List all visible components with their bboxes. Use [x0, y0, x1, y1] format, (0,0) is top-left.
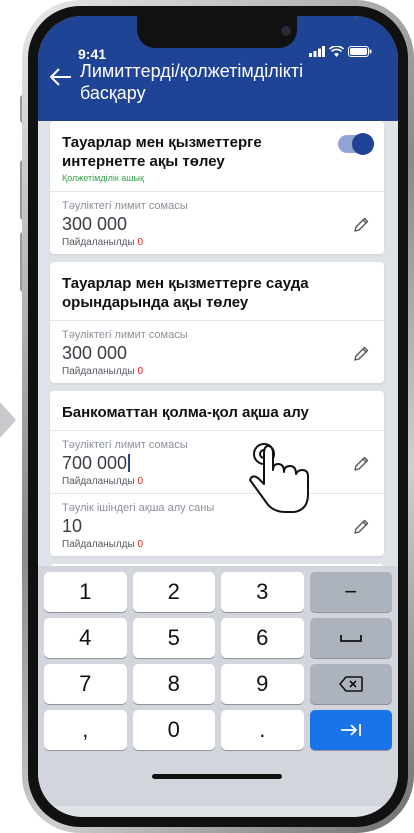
key-7[interactable]: 7 [44, 664, 127, 704]
used-label: Пайдаланылды [62, 237, 135, 248]
used-label: Пайдаланылды [62, 366, 135, 377]
card-title: Тауарлар мен қызметтерге сауда орындарын… [62, 275, 309, 311]
field-label: Тәуліктегі лимит сомасы [62, 439, 188, 451]
access-toggle[interactable] [338, 133, 374, 155]
key-comma[interactable]: , [44, 710, 127, 750]
signal-icon [309, 46, 325, 57]
key-3[interactable]: 3 [221, 572, 304, 612]
used-amount: Пайдаланылды 0 [62, 237, 372, 248]
key-9[interactable]: 9 [221, 664, 304, 704]
used-amount: Пайдаланылды 0 [62, 539, 372, 550]
limit-card-atm: Банкоматтан қолма-қол ақша алу Тәуліктег… [50, 391, 384, 556]
key-8[interactable]: 8 [132, 664, 215, 704]
phone-frame: 9:41 Лимиттерді/қолжетімділікті басқару … [22, 0, 414, 833]
pencil-icon[interactable] [352, 216, 370, 234]
key-space[interactable] [309, 618, 392, 658]
used-value: 0 [137, 237, 144, 248]
backspace-icon [338, 676, 363, 692]
used-label: Пайдаланылды [62, 539, 135, 550]
side-arrow-icon [0, 402, 16, 438]
card-title: Тауарлар мен қызметтерге интернетте ақы … [62, 134, 262, 170]
field-label: Тәуліктегі лимит сомасы [62, 200, 188, 212]
key-5[interactable]: 5 [132, 618, 215, 658]
app-header: 9:41 Лимиттерді/қолжетімділікті басқару [38, 16, 398, 121]
keyboard-row: 7 8 9 [44, 664, 392, 704]
field-value: 300 000 [62, 214, 128, 234]
used-label: Пайдаланылды [62, 476, 135, 487]
field-label: Тәуліктегі лимит сомасы [62, 329, 188, 341]
limit-field-active[interactable]: Тәуліктегі лимит сомасы 700 000 Пайдалан… [50, 431, 384, 494]
key-dot[interactable]: . [221, 710, 304, 750]
limit-field[interactable]: Тәуліктегі лимит сомасы 300 000 Пайдалан… [50, 321, 384, 383]
pencil-icon[interactable] [352, 455, 370, 473]
used-value: 0 [137, 476, 144, 487]
numeric-keyboard: 1 2 3 − 4 5 6 7 8 9 , 0 . [38, 566, 398, 806]
limit-card-pos: Тауарлар мен қызметтерге сауда орындарын… [50, 262, 384, 383]
limits-list: Тауарлар мен қызметтерге интернетте ақы … [50, 121, 384, 592]
wifi-icon [329, 46, 344, 57]
phone-bezel: 9:41 Лимиттерді/қолжетімділікті басқару … [28, 6, 408, 827]
key-next[interactable] [309, 710, 392, 750]
key-1[interactable]: 1 [44, 572, 127, 612]
access-status: Қолжетімділік ашық [62, 173, 144, 183]
field-value: 700 000 [62, 453, 128, 473]
keyboard-row: 4 5 6 [44, 618, 392, 658]
space-icon [339, 635, 362, 642]
tab-icon [340, 724, 361, 736]
limit-field[interactable]: Тәулік ішіндегі ақша алу саны 10 Пайдала… [50, 494, 384, 556]
keyboard-row: , 0 . [44, 710, 392, 750]
keyboard-row: 1 2 3 − [44, 572, 392, 612]
camera-icon [281, 26, 291, 36]
used-value: 0 [137, 539, 144, 550]
field-value-input[interactable]: 700 000 [62, 453, 372, 474]
key-minus[interactable]: − [309, 572, 392, 612]
back-arrow-icon[interactable] [49, 68, 72, 90]
key-0[interactable]: 0 [132, 710, 215, 750]
field-value: 300 000 [62, 343, 128, 363]
limit-card-online: Тауарлар мен қызметтерге интернетте ақы … [50, 121, 384, 254]
card-header: Тауарлар мен қызметтерге интернетте ақы … [50, 121, 384, 192]
card-title: Банкоматтан қолма-қол ақша алу [62, 404, 309, 421]
field-label: Тәулік ішіндегі ақша алу саны [62, 502, 215, 514]
card-header: Тауарлар мен қызметтерге сауда орындарын… [50, 262, 384, 321]
limit-field[interactable]: Тәуліктегі лимит сомасы 300 000 Пайдалан… [50, 192, 384, 254]
card-header: Банкоматтан қолма-қол ақша алу [50, 391, 384, 431]
pencil-icon[interactable] [352, 518, 370, 536]
key-4[interactable]: 4 [44, 618, 127, 658]
key-backspace[interactable] [309, 664, 392, 704]
hand-tap-icon [249, 443, 309, 513]
field-value: 10 [62, 516, 83, 536]
home-indicator[interactable] [152, 774, 282, 779]
used-value: 0 [137, 366, 144, 377]
used-amount: Пайдаланылды 0 [62, 476, 372, 487]
key-2[interactable]: 2 [132, 572, 215, 612]
status-icons [309, 46, 372, 57]
used-amount: Пайдаланылды 0 [62, 366, 372, 377]
pencil-icon[interactable] [352, 345, 370, 363]
key-6[interactable]: 6 [221, 618, 304, 658]
page-title: Лимиттерді/қолжетімділікті басқару [80, 61, 304, 103]
battery-icon [348, 46, 372, 57]
screen: 9:41 Лимиттерді/қолжетімділікті басқару … [38, 16, 398, 817]
toggle-knob [352, 133, 374, 155]
stage: 9:41 Лимиттерді/қолжетімділікті басқару … [0, 0, 414, 833]
notch [137, 16, 297, 48]
text-cursor [128, 454, 131, 472]
